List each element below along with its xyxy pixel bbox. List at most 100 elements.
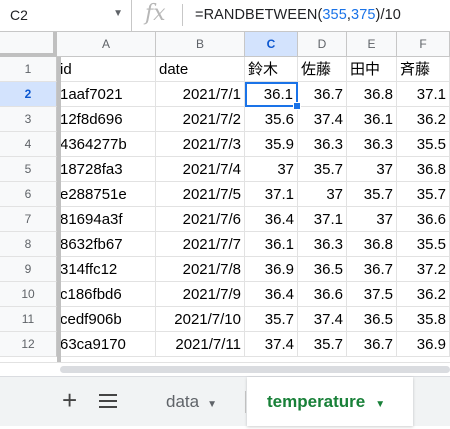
- cell-saito[interactable]: 36.6: [397, 207, 450, 232]
- cell-suzuki[interactable]: 35.9: [245, 132, 298, 157]
- cell-saito[interactable]: 37.1: [397, 82, 450, 107]
- cell-id[interactable]: id: [57, 57, 156, 82]
- cell-saito[interactable]: 37.2: [397, 257, 450, 282]
- cell-suzuki[interactable]: 37: [245, 157, 298, 182]
- cell-date[interactable]: 2021/7/7: [156, 232, 245, 257]
- cell-suzuki[interactable]: 36.1: [245, 232, 298, 257]
- all-sheets-menu-icon[interactable]: [99, 394, 117, 412]
- cell-saito[interactable]: 35.8: [397, 307, 450, 332]
- horizontal-scrollbar[interactable]: [0, 362, 450, 377]
- cell-saito[interactable]: 35.7: [397, 182, 450, 207]
- cell-tanaka[interactable]: 37: [347, 207, 397, 232]
- cell-date[interactable]: 2021/7/3: [156, 132, 245, 157]
- cell-id[interactable]: cedf906b: [57, 307, 156, 332]
- cell-sato[interactable]: 36.3: [298, 232, 347, 257]
- cell-suzuki[interactable]: 35.7: [245, 307, 298, 332]
- cell-suzuki[interactable]: 36.9: [245, 257, 298, 282]
- cell-suzuki[interactable]: 鈴木: [245, 57, 298, 82]
- add-sheet-button[interactable]: +: [62, 385, 77, 416]
- cell-id[interactable]: 81694a3f: [57, 207, 156, 232]
- cell-sato[interactable]: 35.7: [298, 332, 347, 357]
- cell-id[interactable]: 8632fb67: [57, 232, 156, 257]
- cell-tanaka[interactable]: 田中: [347, 57, 397, 82]
- sheet-tab-data[interactable]: data ▼: [150, 377, 242, 426]
- scrollbar-thumb[interactable]: [60, 366, 450, 373]
- cell-id[interactable]: 18728fa3: [57, 157, 156, 182]
- cell-suzuki[interactable]: 35.6: [245, 107, 298, 132]
- chevron-down-icon[interactable]: ▼: [113, 8, 123, 19]
- column-header-b[interactable]: B: [156, 32, 245, 57]
- cell-sato[interactable]: 36.6: [298, 282, 347, 307]
- row-header[interactable]: 12: [0, 332, 57, 357]
- cell-date[interactable]: date: [156, 57, 245, 82]
- chevron-down-icon[interactable]: ▼: [207, 399, 217, 410]
- select-all-corner[interactable]: [0, 32, 57, 57]
- cell-date[interactable]: 2021/7/8: [156, 257, 245, 282]
- cell-sato[interactable]: 37: [298, 182, 347, 207]
- cell-tanaka[interactable]: 36.8: [347, 82, 397, 107]
- cell-sato[interactable]: 36.7: [298, 82, 347, 107]
- cell-tanaka[interactable]: 36.5: [347, 307, 397, 332]
- cell-date[interactable]: 2021/7/2: [156, 107, 245, 132]
- cell-id[interactable]: 63ca9170: [57, 332, 156, 357]
- cell-id[interactable]: c186fbd6: [57, 282, 156, 307]
- cell-id[interactable]: 1aaf7021: [57, 82, 156, 107]
- cell-date[interactable]: 2021/7/9: [156, 282, 245, 307]
- column-header-a[interactable]: A: [57, 32, 156, 57]
- cell-date[interactable]: 2021/7/5: [156, 182, 245, 207]
- cell-sato[interactable]: 37.1: [298, 207, 347, 232]
- row-header[interactable]: 7: [0, 207, 57, 232]
- cell-tanaka[interactable]: 36.8: [347, 232, 397, 257]
- cell-date[interactable]: 2021/7/4: [156, 157, 245, 182]
- cell-tanaka[interactable]: 36.7: [347, 332, 397, 357]
- chevron-down-icon[interactable]: ▼: [375, 399, 385, 410]
- cell-id[interactable]: e288751e: [57, 182, 156, 207]
- cell-suzuki[interactable]: 37.1: [245, 182, 298, 207]
- row-header[interactable]: 3: [0, 107, 57, 132]
- cell-saito[interactable]: 36.2: [397, 107, 450, 132]
- column-header-c[interactable]: C: [245, 32, 298, 57]
- cell-tanaka[interactable]: 36.7: [347, 257, 397, 282]
- formula-input[interactable]: =RANDBETWEEN(355,375)/10: [195, 7, 401, 23]
- row-header[interactable]: 10: [0, 282, 57, 307]
- cell-saito[interactable]: 斉藤: [397, 57, 450, 82]
- cell-sato[interactable]: 36.3: [298, 132, 347, 157]
- cell-suzuki[interactable]: 36.4: [245, 282, 298, 307]
- active-cell[interactable]: 36.1: [245, 82, 298, 107]
- row-header[interactable]: 1: [0, 57, 57, 82]
- row-header[interactable]: 8: [0, 232, 57, 257]
- cell-sato[interactable]: 佐藤: [298, 57, 347, 82]
- fill-handle[interactable]: [293, 102, 301, 110]
- cell-date[interactable]: 2021/7/10: [156, 307, 245, 332]
- cell-tanaka[interactable]: 37.5: [347, 282, 397, 307]
- frozen-column-divider[interactable]: [57, 57, 61, 362]
- column-header-f[interactable]: F: [397, 32, 450, 57]
- row-header[interactable]: 6: [0, 182, 57, 207]
- cell-saito[interactable]: 35.5: [397, 232, 450, 257]
- column-header-d[interactable]: D: [298, 32, 347, 57]
- row-header[interactable]: 11: [0, 307, 57, 332]
- cell-id[interactable]: 4364277b: [57, 132, 156, 157]
- cell-suzuki[interactable]: 36.4: [245, 207, 298, 232]
- cell-id[interactable]: 12f8d696: [57, 107, 156, 132]
- cell-sato[interactable]: 36.5: [298, 257, 347, 282]
- cell-saito[interactable]: 35.5: [397, 132, 450, 157]
- cell-suzuki[interactable]: 37.4: [245, 332, 298, 357]
- cell-sato[interactable]: 37.4: [298, 107, 347, 132]
- sheet-tab-temperature[interactable]: temperature ▼: [247, 377, 413, 426]
- cell-sato[interactable]: 37.4: [298, 307, 347, 332]
- cell-tanaka[interactable]: 36.3: [347, 132, 397, 157]
- cell-saito[interactable]: 36.2: [397, 282, 450, 307]
- cell-tanaka[interactable]: 36.1: [347, 107, 397, 132]
- row-header[interactable]: 9: [0, 257, 57, 282]
- row-header[interactable]: 5: [0, 157, 57, 182]
- cell-tanaka[interactable]: 37: [347, 157, 397, 182]
- row-header[interactable]: 4: [0, 132, 57, 157]
- cell-date[interactable]: 2021/7/1: [156, 82, 245, 107]
- name-box[interactable]: C2 ▼: [0, 0, 132, 31]
- cell-date[interactable]: 2021/7/6: [156, 207, 245, 232]
- cell-date[interactable]: 2021/7/11: [156, 332, 245, 357]
- cell-saito[interactable]: 36.8: [397, 157, 450, 182]
- cell-sato[interactable]: 35.7: [298, 157, 347, 182]
- cell-id[interactable]: 314ffc12: [57, 257, 156, 282]
